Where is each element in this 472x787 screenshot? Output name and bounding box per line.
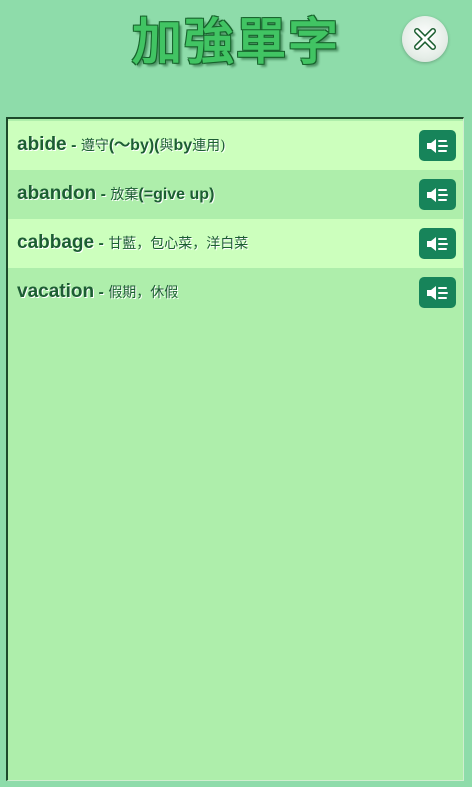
word-entry: abide - 遵守(～by)(與by連用) — [17, 120, 226, 171]
word-entry: vacation - 假期，休假 — [17, 267, 178, 318]
english-word: abandon — [17, 183, 97, 204]
speaker-icon — [426, 187, 448, 202]
chinese-meaning: 遵守 — [80, 138, 109, 154]
list-item[interactable]: cabbage - 甘藍，包心菜，洋白菜 — [8, 219, 463, 268]
list-item[interactable]: vacation - 假期，休假 — [8, 268, 463, 317]
word-separator: - — [66, 137, 81, 154]
speaker-icon — [426, 285, 448, 300]
close-x-icon — [414, 28, 436, 50]
list-item[interactable]: abandon - 放棄(=give up) — [8, 170, 463, 219]
app-window: 加強單字 abide - 遵守(～by)(與by連用) abandon - 放棄… — [0, 0, 472, 787]
speaker-icon — [426, 236, 448, 251]
page-title: 加強單字 — [132, 12, 340, 71]
chinese-meaning: 甘藍，包心菜，洋白菜 — [108, 236, 249, 252]
word-entry: abandon - 放棄(=give up) — [17, 169, 214, 220]
close-button[interactable] — [402, 16, 448, 62]
speak-button[interactable] — [419, 277, 456, 308]
english-word: vacation — [17, 281, 95, 302]
speak-button[interactable] — [419, 130, 456, 161]
speak-button[interactable] — [419, 179, 456, 210]
chinese-meaning: 放棄 — [110, 187, 139, 203]
speak-button[interactable] — [419, 228, 456, 259]
meaning-note-zh: 與 — [159, 138, 174, 154]
word-list: abide - 遵守(～by)(與by連用) abandon - 放棄(=giv… — [8, 121, 463, 317]
word-entry: cabbage - 甘藍，包心菜，洋白菜 — [17, 218, 248, 269]
english-word: cabbage — [17, 232, 95, 253]
meaning-note: (～by)( — [108, 137, 160, 154]
speaker-icon — [426, 138, 448, 153]
meaning-note: (=give up) — [138, 186, 215, 203]
word-separator: - — [96, 186, 111, 203]
word-separator: - — [94, 235, 109, 252]
english-word: abide — [17, 134, 67, 155]
meaning-note-zh-2: 連用) — [192, 138, 226, 154]
word-separator: - — [94, 284, 109, 301]
meaning-note-2: by — [173, 137, 193, 154]
chinese-meaning: 假期，休假 — [108, 285, 179, 301]
list-item[interactable]: abide - 遵守(～by)(與by連用) — [8, 121, 463, 170]
word-list-panel: abide - 遵守(～by)(與by連用) abandon - 放棄(=giv… — [6, 117, 464, 781]
